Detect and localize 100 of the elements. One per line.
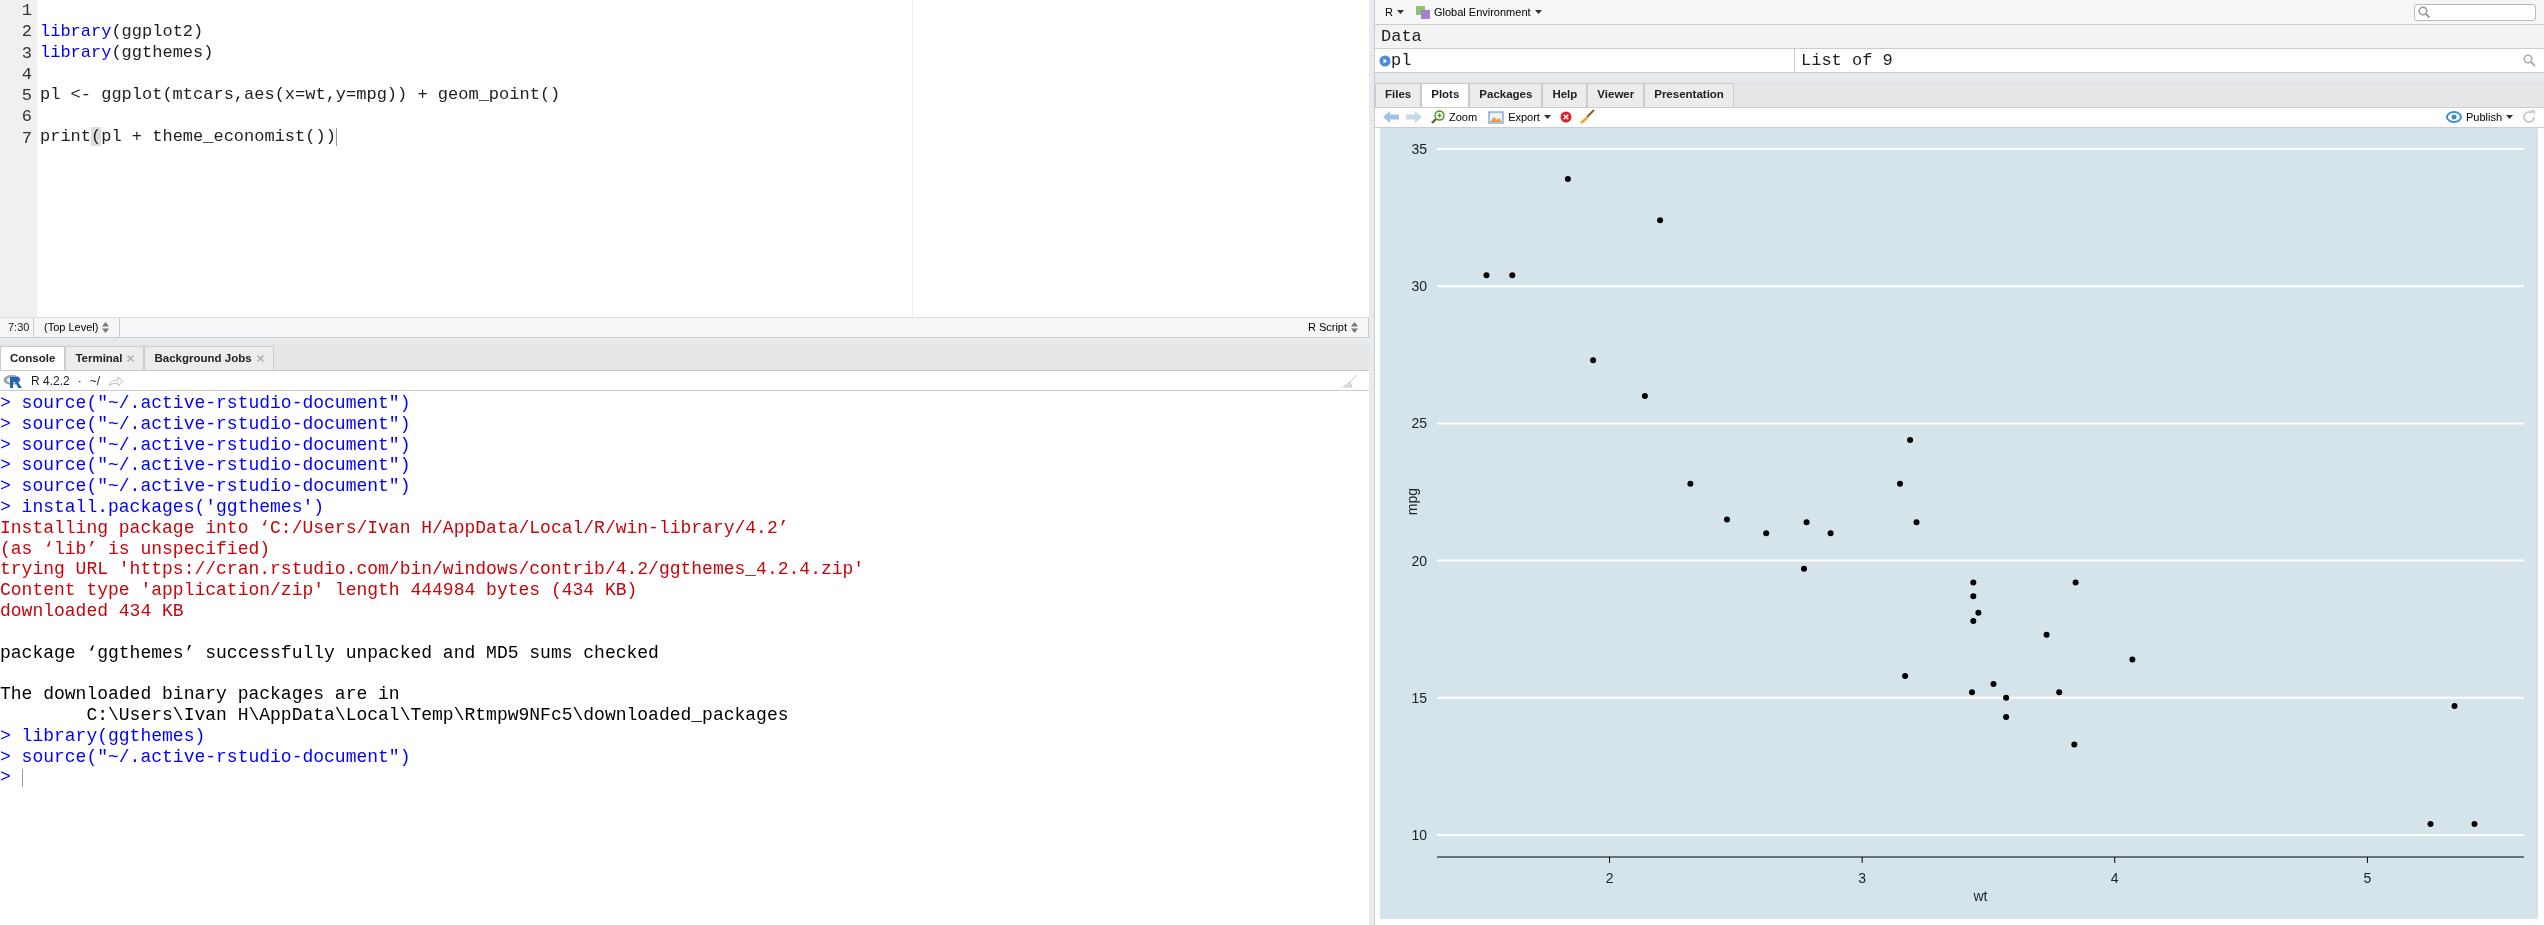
- tab[interactable]: Terminal: [65, 346, 145, 370]
- search-field[interactable]: [2414, 3, 2536, 21]
- caret-icon: [2506, 115, 2513, 120]
- tab[interactable]: Plots: [1421, 82, 1470, 107]
- code-line: library(ggthemes): [40, 42, 215, 64]
- back-arrow-icon[interactable]: [1383, 111, 1399, 124]
- file-type-dropdown[interactable]: R Script: [1305, 319, 1360, 336]
- broom-icon[interactable]: [1578, 109, 1595, 126]
- axis-tick-label: 15: [1411, 689, 1427, 706]
- line-number: 6: [20, 106, 32, 128]
- tab[interactable]: Help: [1542, 82, 1588, 107]
- refresh-icon[interactable]: [2522, 110, 2536, 125]
- scope-dropdown[interactable]: (Top Level): [42, 319, 112, 336]
- line-number: 5: [20, 85, 32, 107]
- console-command: > source("~/.active-rstudio-document"): [0, 434, 412, 456]
- console-output: The downloaded binary packages are in: [0, 684, 401, 705]
- environment-dropdown[interactable]: Global Environment: [1413, 3, 1544, 21]
- console-command: > source("~/.active-rstudio-document"): [0, 476, 412, 497]
- data-point: [1483, 272, 1490, 279]
- console-command: > source("~/.active-rstudio-document"): [0, 393, 412, 414]
- line-number: 3: [20, 42, 32, 64]
- console-command: > source("~/.active-rstudio-document"): [0, 413, 412, 435]
- data-point: [1970, 618, 1977, 624]
- working-directory: ~/: [89, 372, 101, 390]
- data-point: [2427, 821, 2434, 828]
- console-command: >: [0, 767, 1369, 789]
- data-point: [2056, 689, 2063, 696]
- axis-title: wt: [1973, 888, 1988, 904]
- sort-arrows-icon: [102, 322, 110, 333]
- data-point: [1590, 357, 1597, 364]
- axis-tick-label: 25: [1411, 415, 1427, 432]
- line-number: 4: [20, 63, 32, 86]
- tab[interactable]: Presentation: [1644, 82, 1734, 107]
- data-point: [1969, 689, 1975, 696]
- line-number: 1: [20, 0, 32, 22]
- console-message: trying URL 'https://cran.rstudio.com/bin/windows/contrib/4.2/ggthemes_4.2.4.zip': [0, 559, 866, 581]
- axis-tick-label: 3: [1858, 870, 1867, 886]
- data-point: [2072, 579, 2079, 586]
- data-point: [1657, 217, 1664, 224]
- line-number: 2: [20, 21, 32, 43]
- image-icon: [1488, 110, 1505, 124]
- axis-tick-label: 2: [1605, 870, 1614, 886]
- r-logo-icon: [3, 373, 23, 388]
- tab[interactable]: Console: [0, 346, 66, 370]
- tab[interactable]: Files: [1375, 82, 1422, 107]
- data-point: [1907, 436, 1914, 443]
- console-command: > source("~/.active-rstudio-document"): [0, 746, 412, 768]
- console-command: > source("~/.active-rstudio-document"): [0, 455, 412, 477]
- export-button[interactable]: Export: [1486, 109, 1553, 126]
- share-arrow-icon[interactable]: [108, 374, 125, 387]
- variable-value: List of 9: [1801, 50, 1893, 73]
- data-point: [1827, 530, 1834, 537]
- axis-tick-label: 10: [1411, 827, 1427, 844]
- data-point: [1897, 480, 1903, 487]
- tab[interactable]: Background Jobs: [144, 346, 274, 370]
- console-command: > library(ggthemes): [0, 725, 207, 747]
- line-number: 7: [20, 127, 32, 150]
- forward-arrow-icon[interactable]: [1406, 111, 1422, 124]
- data-point: [1803, 519, 1810, 526]
- code-line: pl <- ggplot(mtcars,aes(x=wt,y=mpg)) + geom_point(): [40, 84, 562, 106]
- console-command: > install.packages('ggthemes'): [0, 497, 326, 518]
- language-dropdown[interactable]: R: [1383, 3, 1406, 21]
- zoom-button[interactable]: Zoom: [1429, 109, 1480, 126]
- publish-button[interactable]: Publish: [2443, 109, 2515, 126]
- data-point: [2451, 703, 2458, 709]
- tab[interactable]: Viewer: [1587, 82, 1645, 107]
- data-point: [1970, 593, 1977, 600]
- data-point: [1902, 672, 1909, 679]
- remove-icon[interactable]: [1559, 111, 1572, 124]
- data-point: [1975, 609, 1982, 616]
- expand-icon[interactable]: [1379, 54, 1391, 67]
- environment-icon: [1415, 5, 1430, 19]
- console-message: downloaded 434 KB: [0, 600, 185, 622]
- data-point: [1687, 480, 1694, 487]
- console-message: Installing package into ‘C:/Users/Ivan H/AppData/Local/R/win-library/4.2’: [0, 517, 790, 539]
- tab[interactable]: Packages: [1469, 82, 1543, 107]
- search-icon: [2418, 6, 2430, 19]
- caret-icon: [1543, 115, 1551, 120]
- separator-dot: ·: [77, 372, 82, 390]
- console-message: Content type 'application/zip' length 444984 bytes (434 KB): [0, 580, 639, 601]
- axis-tick-label: 5: [2363, 870, 2372, 886]
- data-point: [1724, 516, 1730, 523]
- code-line: print(pl + theme_economist()): [40, 126, 338, 148]
- section-header: Data: [1381, 26, 1422, 49]
- data-point: [2129, 656, 2136, 663]
- search-icon[interactable]: [2523, 54, 2536, 68]
- data-point: [1763, 530, 1770, 537]
- cursor-position: 7:30: [8, 320, 30, 336]
- caret-icon: [1534, 10, 1542, 15]
- console-output: C:\Users\Ivan H\AppData\Local\Temp\Rtmpw9NFc5\downloaded_packages: [85, 704, 790, 726]
- axis-title: mpg: [1404, 488, 1420, 516]
- close-icon[interactable]: [127, 355, 135, 362]
- publish-icon: [2445, 111, 2462, 124]
- data-point: [2003, 714, 2010, 720]
- close-icon[interactable]: [256, 355, 264, 362]
- axis-tick-label: 35: [1411, 140, 1427, 157]
- data-point: [1641, 392, 1648, 399]
- console-output: package ‘ggthemes’ successfully unpacked and MD5 sums checked: [0, 642, 660, 664]
- data-point: [2471, 821, 2478, 828]
- caret-icon: [1396, 10, 1404, 15]
